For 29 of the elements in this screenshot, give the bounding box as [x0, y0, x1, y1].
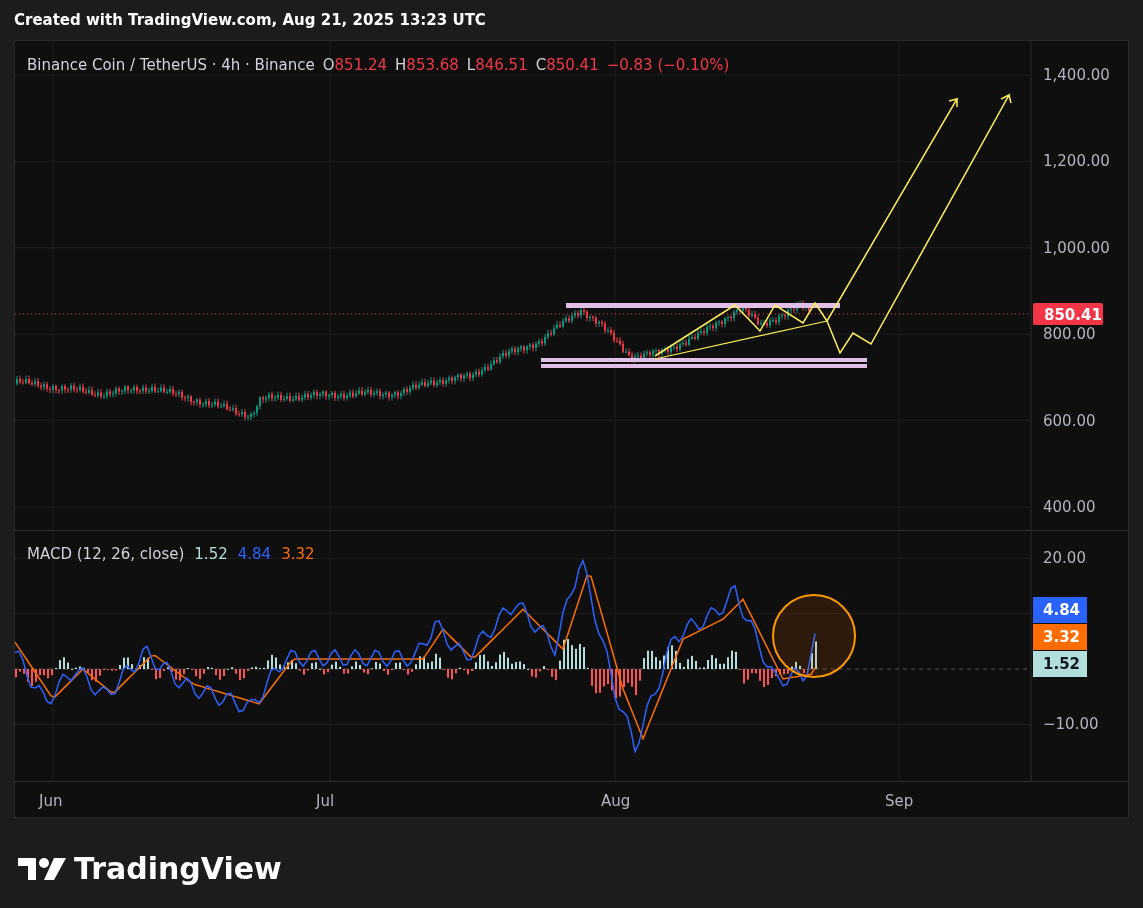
macd-legend-value: 3.32 [281, 544, 315, 565]
price-axis-label: 800.00 [1043, 325, 1096, 344]
macd-legend-value: 4.84 [237, 544, 272, 565]
macd-axis-label: −10.00 [1043, 715, 1099, 734]
ohlc-value: L846.51 [466, 55, 528, 76]
macd-axis-label: 20.00 [1043, 549, 1086, 568]
symbol-title: Binance Coin / TetherUS · 4h · Binance [27, 55, 315, 76]
price-change: −0.83 (−0.10%) [606, 55, 730, 76]
last-price-badge: 850.41 [1033, 303, 1103, 325]
macd-legend-value: 1.52 [194, 544, 228, 565]
price-axis-label: 1,400.00 [1043, 66, 1110, 84]
macd-value-badge: 4.84 [1033, 597, 1087, 623]
snapshot-title: Created with TradingView.com, Aug 21, 2025 13:23 UTC [14, 9, 486, 31]
macd-value-badge: 1.52 [1033, 651, 1087, 677]
brand-logo-icon [18, 855, 68, 882]
time-axis-label: Sep [885, 791, 914, 812]
time-axis-label: Jul [316, 791, 335, 812]
brand-name: TradingView [74, 850, 282, 888]
macd-title: MACD (12, 26, close) [27, 544, 185, 565]
macd-value-badge: 3.32 [1033, 624, 1087, 650]
price-axis-label: 1,000.00 [1043, 238, 1110, 257]
time-axis-label: Aug [601, 791, 631, 812]
ohlc-value: H853.68 [395, 55, 459, 76]
price-axis-label: 600.00 [1043, 411, 1096, 430]
time-axis-label: Jun [39, 791, 63, 812]
ohlc-value: O851.24 [322, 55, 388, 76]
price-axis-label: 1,200.00 [1043, 152, 1110, 171]
price-axis-label: 400.00 [1043, 498, 1096, 516]
ohlc-value: C850.41 [535, 55, 599, 76]
